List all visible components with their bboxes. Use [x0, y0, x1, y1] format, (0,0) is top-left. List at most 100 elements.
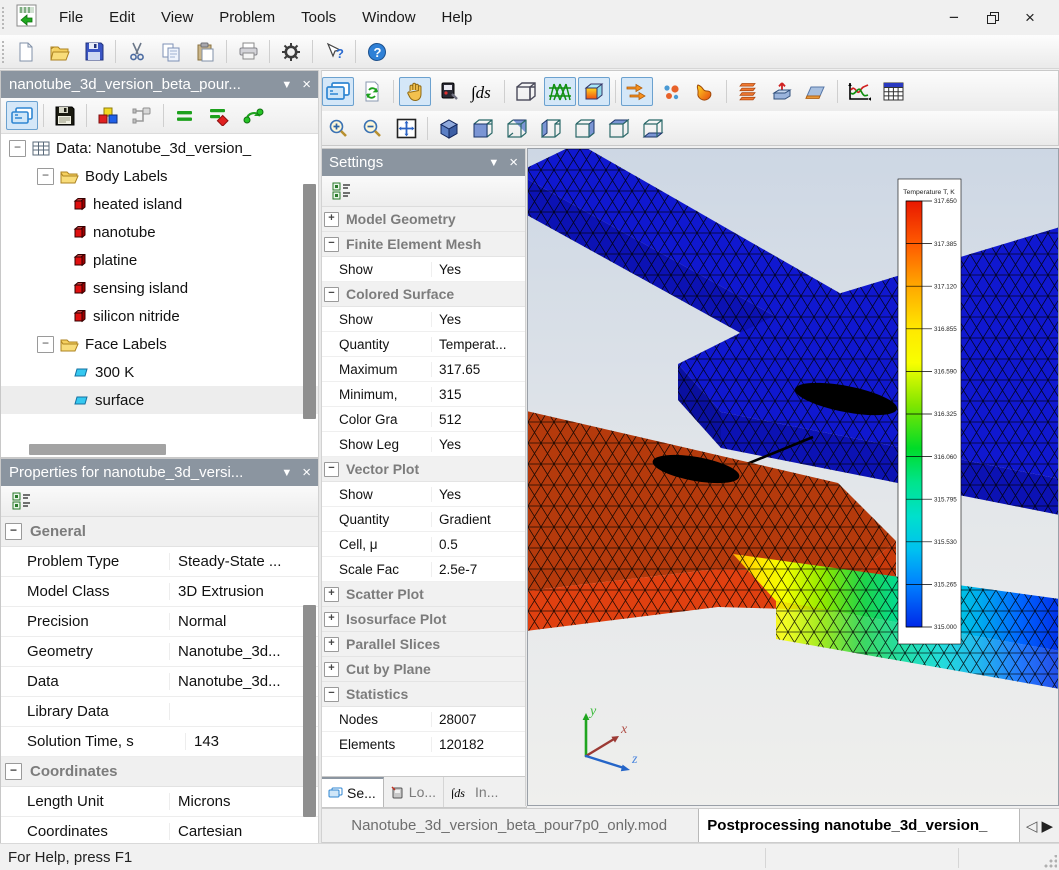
save-button[interactable]: [78, 37, 110, 66]
setting-row[interactable]: ShowYes: [321, 307, 526, 332]
setting-value[interactable]: 0.5: [432, 537, 526, 552]
property-row[interactable]: GeometryNanotube_3d...: [1, 637, 319, 667]
setting-row[interactable]: Show LegYes: [321, 432, 526, 457]
property-value[interactable]: Normal: [170, 613, 319, 630]
expander-icon[interactable]: +: [324, 612, 339, 627]
menu-view[interactable]: View: [148, 0, 206, 35]
tree-item-sensing-island[interactable]: sensing island: [1, 274, 319, 302]
panel-close-icon[interactable]: ×: [509, 154, 518, 171]
properties-vertical-scrollbar[interactable]: [303, 605, 316, 817]
tab-postprocessing[interactable]: Postprocessing nanotube_3d_version_: [698, 809, 1020, 842]
xy-plot-button[interactable]: [843, 77, 875, 106]
save-all-button[interactable]: [49, 101, 81, 130]
settings-gear-button[interactable]: [275, 37, 307, 66]
tree-group-body-labels[interactable]: − Body Labels: [1, 162, 319, 190]
zoom-fit-button[interactable]: [390, 114, 422, 143]
property-row[interactable]: Solution Time, s143: [1, 727, 319, 757]
section-vector-plot[interactable]: −Vector Plot: [321, 457, 526, 482]
tree-item-surface[interactable]: surface: [1, 386, 319, 414]
menu-help[interactable]: Help: [429, 0, 486, 35]
view-isometric-button[interactable]: [433, 114, 465, 143]
expander-icon[interactable]: −: [37, 168, 54, 185]
section-isosurface-plot[interactable]: +Isosurface Plot: [321, 607, 526, 632]
property-row[interactable]: PrecisionNormal: [1, 607, 319, 637]
expander-icon[interactable]: −: [324, 287, 339, 302]
cut-by-plane-button[interactable]: [766, 77, 798, 106]
view-top-button[interactable]: [603, 114, 635, 143]
setting-row[interactable]: ShowYes: [321, 482, 526, 507]
minimize-button[interactable]: −: [939, 6, 969, 30]
mesh-toggle-button[interactable]: [544, 77, 576, 106]
copy-button[interactable]: [155, 37, 187, 66]
cut-button[interactable]: [121, 37, 153, 66]
property-row[interactable]: Library Data: [1, 697, 319, 727]
setting-row[interactable]: ShowYes: [321, 257, 526, 282]
expander-icon[interactable]: −: [5, 763, 22, 780]
expander-icon[interactable]: −: [324, 687, 339, 702]
property-value[interactable]: Steady-State ...: [170, 553, 319, 570]
expander-icon[interactable]: −: [37, 336, 54, 353]
setting-value[interactable]: Gradient: [432, 512, 526, 527]
expander-icon[interactable]: +: [324, 662, 339, 677]
restore-button[interactable]: [977, 6, 1007, 30]
panel-menu-chevron-icon[interactable]: ▼: [281, 79, 292, 91]
settings-panel-toggle-button[interactable]: [322, 77, 354, 106]
paste-button[interactable]: [189, 37, 221, 66]
section-statistics[interactable]: −Statistics: [321, 682, 526, 707]
setting-value[interactable]: 2.5e-7: [432, 562, 526, 577]
property-row[interactable]: Problem TypeSteady-State ...: [1, 547, 319, 577]
setting-row[interactable]: Minimum,315: [321, 382, 526, 407]
view-left-button[interactable]: [535, 114, 567, 143]
connection-button[interactable]: [126, 101, 158, 130]
tab-scroll-right-button[interactable]: ▶: [1041, 817, 1053, 835]
tab-integral[interactable]: ∫ds In...: [444, 777, 505, 807]
property-value[interactable]: 143: [186, 733, 319, 750]
section-colored-surface[interactable]: −Colored Surface: [321, 282, 526, 307]
menu-edit[interactable]: Edit: [96, 0, 148, 35]
setting-value[interactable]: 512: [432, 412, 526, 427]
setting-row[interactable]: Color Gra512: [321, 407, 526, 432]
tree-vertical-scrollbar[interactable]: [303, 184, 316, 419]
menu-window[interactable]: Window: [349, 0, 428, 35]
integral-calculator-button[interactable]: ∫ds: [467, 77, 499, 106]
refresh-view-button[interactable]: [356, 77, 388, 106]
view-right-button[interactable]: [569, 114, 601, 143]
setting-row[interactable]: QuantityGradient: [321, 507, 526, 532]
equal-lines-button[interactable]: [169, 101, 201, 130]
setting-value[interactable]: 120182: [432, 737, 526, 752]
setting-value[interactable]: Yes: [432, 437, 526, 452]
expander-icon[interactable]: −: [5, 523, 22, 540]
menu-problem[interactable]: Problem: [206, 0, 288, 35]
close-button[interactable]: ×: [1015, 6, 1045, 30]
section-cut-by-plane[interactable]: +Cut by Plane: [321, 657, 526, 682]
section-finite-element-mesh[interactable]: −Finite Element Mesh: [321, 232, 526, 257]
tree-item-platine[interactable]: platine: [1, 246, 319, 274]
setting-value[interactable]: 28007: [432, 712, 526, 727]
setting-value[interactable]: 317.65: [432, 362, 526, 377]
section-scatter-plot[interactable]: +Scatter Plot: [321, 582, 526, 607]
expander-icon[interactable]: +: [324, 212, 339, 227]
property-row[interactable]: Model Class3D Extrusion: [1, 577, 319, 607]
expander-icon[interactable]: −: [324, 462, 339, 477]
setting-row[interactable]: QuantityTemperat...: [321, 332, 526, 357]
tree-horizontal-scrollbar[interactable]: [29, 444, 166, 455]
pan-hand-button[interactable]: [399, 77, 431, 106]
zoom-in-button[interactable]: [322, 114, 354, 143]
tab-scroll-left-button[interactable]: ◁: [1026, 817, 1038, 835]
resize-grip[interactable]: [1043, 855, 1057, 869]
tab-settings[interactable]: Se...: [321, 777, 384, 807]
section-general[interactable]: − General: [1, 517, 319, 547]
property-row[interactable]: Length UnitMicrons: [1, 787, 319, 817]
new-document-button[interactable]: [10, 37, 42, 66]
menu-tools[interactable]: Tools: [288, 0, 349, 35]
property-value[interactable]: Nanotube_3d...: [170, 643, 319, 660]
panel-close-icon[interactable]: ×: [302, 76, 311, 93]
expander-icon[interactable]: +: [324, 587, 339, 602]
open-button[interactable]: [44, 37, 76, 66]
table-view-button[interactable]: [877, 77, 909, 106]
categorized-view-button[interactable]: [326, 177, 358, 206]
expander-icon[interactable]: −: [9, 140, 26, 157]
tree-item-nanotube[interactable]: nanotube: [1, 218, 319, 246]
parallel-slices-button[interactable]: [732, 77, 764, 106]
refresh-links-button[interactable]: [237, 101, 269, 130]
